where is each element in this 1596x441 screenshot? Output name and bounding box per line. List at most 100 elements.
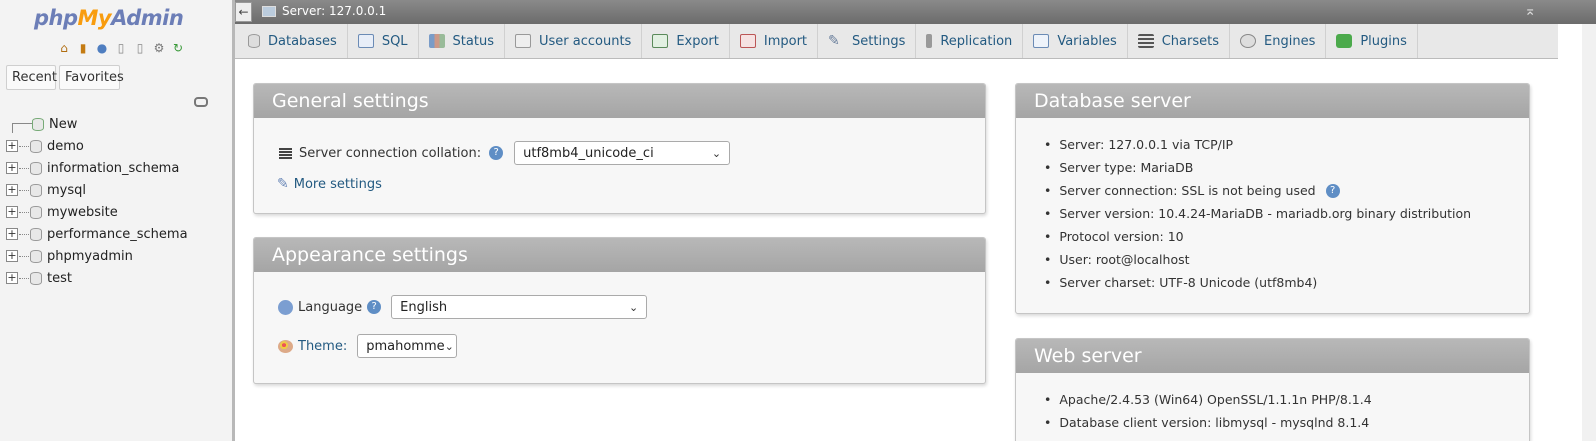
chevron-down-icon: ⌄	[444, 339, 454, 353]
tree-item-db[interactable]: + mywebsite	[4, 201, 188, 223]
panel-title: Web server	[1016, 339, 1529, 373]
main-tabs: Databases SQL Status User accounts Expor…	[235, 24, 1558, 59]
tree-connector	[19, 211, 29, 213]
wrench-icon: ✎	[277, 176, 289, 192]
sidebar-quick-icons: ⌂ ▮ ● ▯ ▯ ⚙ ↻	[56, 40, 186, 56]
help-icon[interactable]: ?	[489, 146, 504, 160]
tree-connector	[19, 277, 29, 279]
tab-sql[interactable]: SQL	[348, 24, 419, 58]
database-server-info-list: Server: 127.0.0.1 via TCP/IP Server type…	[1044, 133, 1471, 294]
tab-export[interactable]: Export	[642, 24, 730, 58]
tab-settings[interactable]: ✎ Settings	[818, 24, 917, 58]
gear-icon[interactable]: ⚙	[151, 40, 167, 56]
tab-plugins[interactable]: Plugins	[1326, 24, 1418, 58]
database-icon	[30, 161, 42, 175]
collapse-sidebar-button[interactable]: ←	[235, 2, 252, 22]
help-icon[interactable]: ?	[367, 300, 382, 314]
expand-icon[interactable]: +	[6, 162, 18, 174]
expand-icon[interactable]: +	[6, 140, 18, 152]
theme-link[interactable]: Theme:	[298, 339, 347, 354]
tree-connector	[19, 189, 29, 191]
chevron-down-icon: ⌄	[628, 300, 639, 314]
tree-item-db[interactable]: + mysql	[4, 179, 188, 201]
appearance-settings-panel: Appearance settings Language ? English ⌄…	[253, 237, 986, 384]
help-icon[interactable]: ●	[94, 40, 110, 56]
collapse-top-menu-icon[interactable]: ⌅	[1524, 3, 1536, 19]
list-item: Server version: 10.4.24-MariaDB - mariad…	[1044, 202, 1471, 225]
recent-tab-button[interactable]: Recent	[6, 65, 57, 90]
collation-row: Server connection collation: ? utf8mb4_u…	[279, 141, 731, 165]
chevron-down-icon: ⌄	[711, 146, 722, 160]
web-server-info-list: Apache/2.4.53 (Win64) OpenSSL/1.1.1n PHP…	[1044, 388, 1372, 434]
language-select[interactable]: English ⌄	[391, 295, 648, 319]
plugins-icon	[1336, 34, 1353, 48]
tab-variables[interactable]: Variables	[1023, 24, 1128, 58]
theme-select[interactable]: pmahomme ⌄	[357, 334, 458, 358]
home-icon[interactable]: ⌂	[56, 40, 72, 56]
tree-item-db[interactable]: + test	[4, 267, 188, 289]
database-icon	[30, 205, 42, 219]
server-breadcrumb-bar: ← Server: 127.0.0.1 ⌅	[235, 0, 1596, 24]
database-icon	[248, 34, 260, 48]
tab-engines[interactable]: Engines	[1230, 24, 1327, 58]
expand-icon[interactable]: +	[6, 206, 18, 218]
language-row: Language ? English ⌄	[278, 295, 648, 319]
database-tree: New + demo + information_schema + mysql …	[4, 113, 188, 289]
vertical-scrollbar[interactable]	[1582, 24, 1596, 441]
server-breadcrumb-label[interactable]: Server: 127.0.0.1	[282, 4, 386, 18]
expand-icon[interactable]: +	[6, 250, 18, 262]
more-settings-row: ✎ More settings	[277, 176, 382, 192]
collation-select[interactable]: utf8mb4_unicode_ci ⌄	[514, 141, 731, 165]
docs-icon[interactable]: ▯	[113, 40, 129, 56]
more-settings-link[interactable]: More settings	[294, 177, 382, 192]
export-icon	[652, 34, 669, 48]
list-item: Apache/2.4.53 (Win64) OpenSSL/1.1.1n PHP…	[1044, 388, 1371, 411]
exit-icon[interactable]: ▮	[75, 40, 91, 56]
tab-import[interactable]: Import	[730, 24, 819, 58]
language-icon	[278, 299, 293, 315]
server-icon	[262, 5, 276, 17]
list-item: Server type: MariaDB	[1044, 156, 1471, 179]
collation-label: Server connection collation:	[299, 145, 482, 161]
expand-icon[interactable]: +	[6, 228, 18, 240]
database-icon	[30, 183, 42, 197]
tree-item-db[interactable]: + phpmyadmin	[4, 245, 188, 267]
favorites-tab-button[interactable]: Favorites	[59, 65, 124, 90]
list-item: Server charset: UTF-8 Unicode (utf8mb4)	[1044, 271, 1471, 294]
tree-item-db[interactable]: + information_schema	[4, 157, 188, 179]
sidebar-resizer[interactable]	[232, 0, 235, 441]
charsets-icon	[1137, 34, 1154, 48]
engines-icon	[1240, 34, 1257, 48]
tree-connector	[19, 255, 29, 257]
users-icon	[514, 34, 531, 48]
panel-title: Appearance settings	[254, 238, 985, 272]
new-database-icon	[32, 117, 44, 131]
database-icon	[30, 271, 42, 285]
replication-icon	[926, 34, 933, 48]
reload-icon[interactable]: ↻	[170, 40, 186, 56]
tree-item-db[interactable]: + demo	[4, 135, 188, 157]
phpmyadmin-logo[interactable]: phpMyAdmin	[34, 6, 184, 30]
expand-icon[interactable]: +	[6, 272, 18, 284]
link-with-main-panel-icon[interactable]	[194, 97, 208, 107]
tree-item-db[interactable]: + performance_schema	[4, 223, 188, 245]
tab-replication[interactable]: Replication	[916, 24, 1024, 58]
database-icon	[30, 249, 42, 263]
breadcrumb[interactable]: Server: 127.0.0.1	[262, 4, 386, 18]
tree-connector	[19, 145, 29, 147]
import-icon	[739, 34, 756, 48]
database-server-panel: Database server Server: 127.0.0.1 via TC…	[1015, 83, 1530, 314]
tree-item-new[interactable]: New	[4, 113, 188, 135]
tab-status[interactable]: Status	[419, 24, 505, 58]
copy-icon[interactable]: ▯	[132, 40, 148, 56]
expand-icon[interactable]: +	[6, 184, 18, 196]
tab-databases[interactable]: Databases	[238, 24, 348, 58]
status-icon	[428, 34, 445, 48]
sql-icon	[357, 34, 374, 48]
help-icon[interactable]: ?	[1325, 183, 1340, 198]
list-item: Database client version: libmysql - mysq…	[1044, 411, 1372, 434]
panel-title: General settings	[254, 84, 985, 118]
tab-charsets[interactable]: Charsets	[1128, 24, 1231, 58]
tab-user-accounts[interactable]: User accounts	[505, 24, 643, 58]
wrench-icon: ✎	[828, 33, 840, 49]
